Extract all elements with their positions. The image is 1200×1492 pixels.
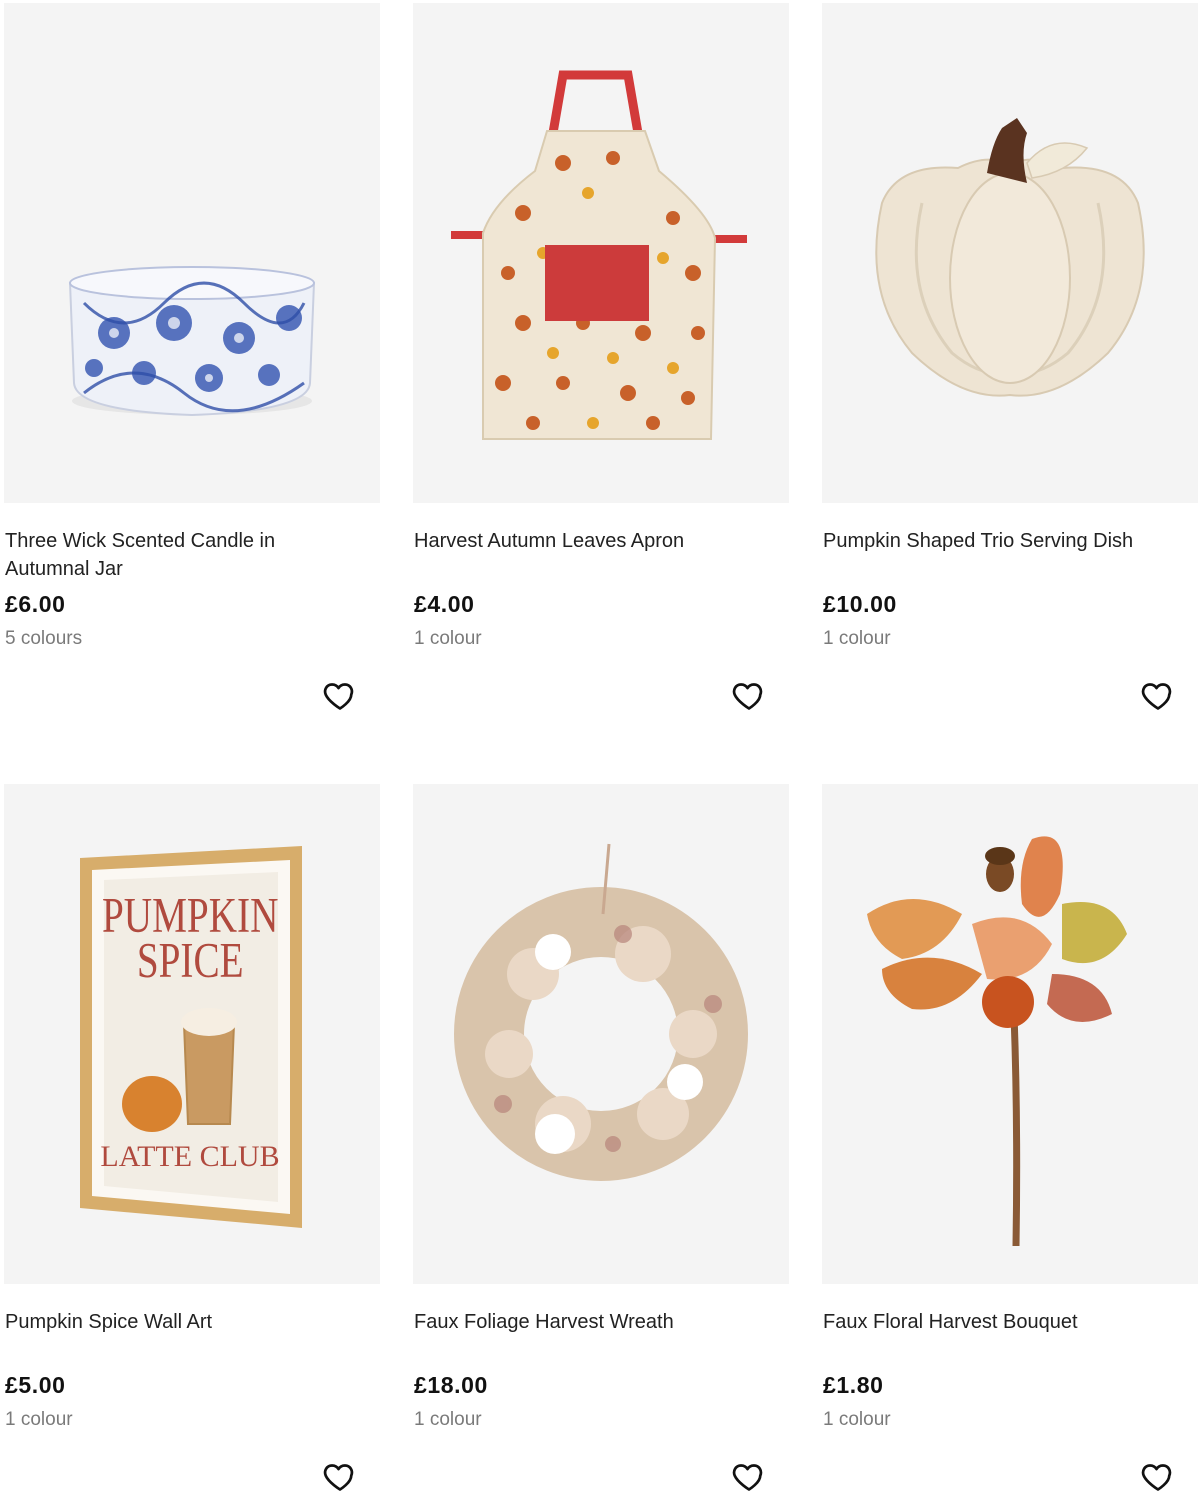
heart-outline-icon — [323, 1464, 354, 1491]
product-price: £4.00 — [414, 591, 475, 617]
product-image-bouquet[interactable] — [822, 784, 1198, 1284]
product-colour-count: 1 colour — [823, 1409, 891, 1430]
heart-outline-icon — [732, 683, 763, 710]
product-colour-count: 5 colours — [5, 628, 83, 649]
heart-outline-icon — [1141, 1464, 1172, 1491]
product-price: £5.00 — [5, 1372, 66, 1398]
heart-outline-icon — [323, 683, 354, 710]
product-card[interactable]: Three Wick Scented Candle in Autumnal Ja… — [4, 3, 380, 710]
product-price: £18.00 — [414, 1372, 488, 1398]
product-card[interactable]: Harvest Autumn Leaves Apron £4.00 1 colo… — [413, 3, 789, 710]
wishlist-button[interactable] — [1138, 675, 1178, 715]
wishlist-button[interactable] — [1138, 1456, 1178, 1492]
product-colour-count: 1 colour — [414, 628, 482, 649]
product-title[interactable]: Pumpkin Shaped Trio Serving Dish — [823, 527, 1143, 555]
wishlist-button[interactable] — [729, 1456, 769, 1492]
wishlist-button[interactable] — [729, 675, 769, 715]
product-title[interactable]: Harvest Autumn Leaves Apron — [414, 527, 734, 555]
heart-outline-icon — [732, 1464, 763, 1491]
product-image-wreath[interactable] — [413, 784, 789, 1284]
product-colour-count: 1 colour — [823, 628, 891, 649]
product-image-apron[interactable] — [413, 3, 789, 503]
product-title[interactable]: Faux Floral Harvest Bouquet — [823, 1308, 1143, 1336]
product-card[interactable]: Faux Foliage Harvest Wreath £18.00 1 col… — [413, 784, 789, 1491]
heart-outline-icon — [1141, 683, 1172, 710]
product-image-wall-art[interactable]: PUMPKIN SPICE LATTE CLUB — [4, 784, 380, 1284]
product-title[interactable]: Pumpkin Spice Wall Art — [5, 1308, 325, 1336]
artwork-text-spice: SPICE — [137, 932, 244, 988]
wishlist-button[interactable] — [320, 1456, 360, 1492]
product-image-candle[interactable] — [4, 3, 380, 503]
product-price: £6.00 — [5, 591, 66, 617]
product-card[interactable]: Faux Floral Harvest Bouquet £1.80 1 colo… — [822, 784, 1198, 1491]
product-price: £10.00 — [823, 591, 897, 617]
product-title[interactable]: Faux Foliage Harvest Wreath — [414, 1308, 734, 1336]
wishlist-button[interactable] — [320, 675, 360, 715]
product-card[interactable]: Pumpkin Shaped Trio Serving Dish £10.00 … — [822, 3, 1198, 710]
product-colour-count: 1 colour — [5, 1409, 73, 1430]
artwork-text-latte-club: LATTE CLUB — [100, 1140, 279, 1173]
product-price: £1.80 — [823, 1372, 884, 1398]
product-card[interactable]: PUMPKIN SPICE LATTE CLUB Pumpkin Spice W… — [4, 784, 380, 1491]
product-title[interactable]: Three Wick Scented Candle in Autumnal Ja… — [5, 527, 325, 583]
product-image-pumpkin-dish[interactable] — [822, 3, 1198, 503]
product-colour-count: 1 colour — [414, 1409, 482, 1430]
